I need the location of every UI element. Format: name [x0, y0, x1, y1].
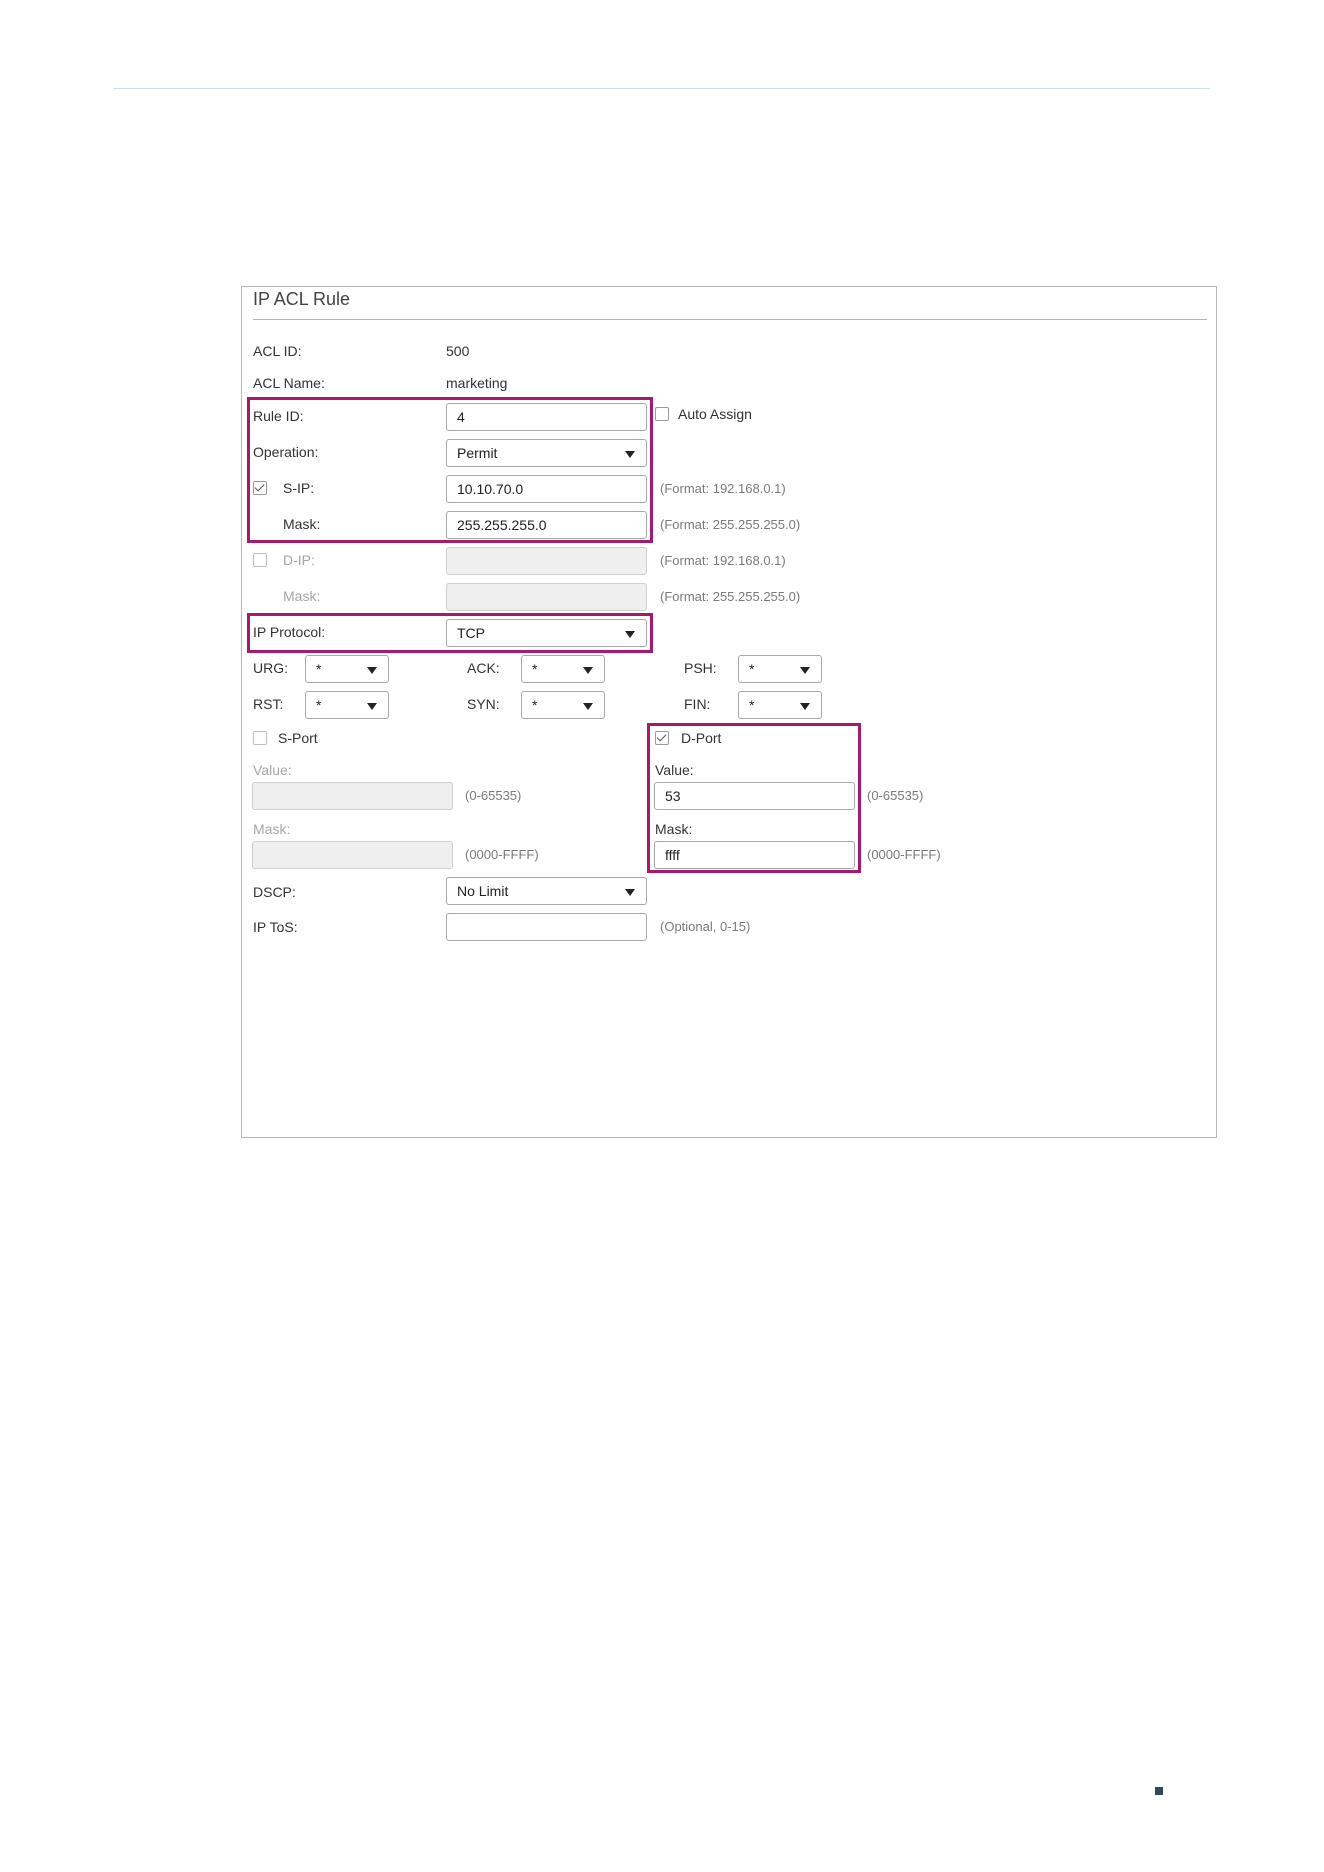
dropdown-arrow-icon	[583, 667, 593, 674]
auto-assign-label: Auto Assign	[678, 406, 752, 422]
auto-assign-checkbox[interactable]	[655, 407, 669, 421]
page-marker-icon	[1155, 1787, 1163, 1795]
dropdown-arrow-icon	[800, 667, 810, 674]
fin-select[interactable]: *	[738, 691, 822, 719]
highlight-box-rule-sip	[247, 397, 653, 543]
urg-value: *	[316, 661, 322, 677]
s-ip-hint: (Format: 192.168.0.1)	[660, 481, 786, 496]
s-port-value-label: Value:	[253, 762, 292, 778]
urg-label: URG:	[253, 660, 288, 676]
rst-value: *	[316, 697, 322, 713]
s-port-value-input[interactable]	[252, 782, 453, 810]
panel-title: IP ACL Rule	[253, 289, 351, 309]
ack-label: ACK:	[467, 660, 500, 676]
d-ip-input[interactable]	[446, 547, 647, 575]
psh-value: *	[749, 661, 755, 677]
d-ip-checkbox[interactable]	[253, 553, 267, 567]
ack-select[interactable]: *	[521, 655, 605, 683]
ip-tos-input[interactable]	[446, 913, 647, 941]
d-port-mask-hint: (0000-FFFF)	[867, 847, 941, 862]
syn-value: *	[532, 697, 538, 713]
urg-select[interactable]: *	[305, 655, 389, 683]
acl-id-label: ACL ID:	[253, 343, 302, 359]
page-header-rule	[113, 88, 1210, 89]
syn-select[interactable]: *	[521, 691, 605, 719]
syn-label: SYN:	[467, 696, 500, 712]
psh-select[interactable]: *	[738, 655, 822, 683]
panel-title-divider	[253, 319, 1207, 320]
s-port-checkbox[interactable]	[253, 731, 267, 745]
s-port-label: S-Port	[278, 730, 318, 746]
s-ip-mask-hint: (Format: 255.255.255.0)	[660, 517, 801, 532]
dropdown-arrow-icon	[800, 703, 810, 710]
psh-label: PSH:	[684, 660, 717, 676]
acl-name-value: marketing	[446, 375, 508, 391]
ip-tos-hint: (Optional, 0-15)	[660, 919, 751, 934]
rst-label: RST:	[253, 696, 284, 712]
acl-name-label: ACL Name:	[253, 375, 325, 391]
s-port-mask-hint: (0000-FFFF)	[465, 847, 539, 862]
d-ip-label: D-IP:	[283, 552, 315, 568]
rst-select[interactable]: *	[305, 691, 389, 719]
d-port-value-hint: (0-65535)	[867, 788, 924, 803]
dropdown-arrow-icon	[367, 703, 377, 710]
s-port-mask-input[interactable]	[252, 841, 453, 869]
dropdown-arrow-icon	[367, 667, 377, 674]
fin-label: FIN:	[684, 696, 711, 712]
dscp-value: No Limit	[457, 883, 509, 899]
dropdown-arrow-icon	[583, 703, 593, 710]
d-ip-mask-label: Mask:	[283, 588, 321, 604]
highlight-box-protocol	[247, 613, 653, 653]
dscp-label: DSCP:	[253, 884, 296, 900]
d-ip-hint: (Format: 192.168.0.1)	[660, 553, 786, 568]
ip-tos-label: IP ToS:	[253, 919, 298, 935]
highlight-box-dport	[647, 723, 861, 873]
d-ip-mask-hint: (Format: 255.255.255.0)	[660, 589, 801, 604]
dropdown-arrow-icon	[625, 889, 635, 896]
acl-id-value: 500	[446, 343, 470, 359]
dscp-select[interactable]: No Limit	[446, 877, 647, 905]
s-port-mask-label: Mask:	[253, 821, 291, 837]
ack-value: *	[532, 661, 538, 677]
s-port-value-hint: (0-65535)	[465, 788, 522, 803]
d-ip-mask-input[interactable]	[446, 583, 647, 611]
fin-value: *	[749, 697, 755, 713]
